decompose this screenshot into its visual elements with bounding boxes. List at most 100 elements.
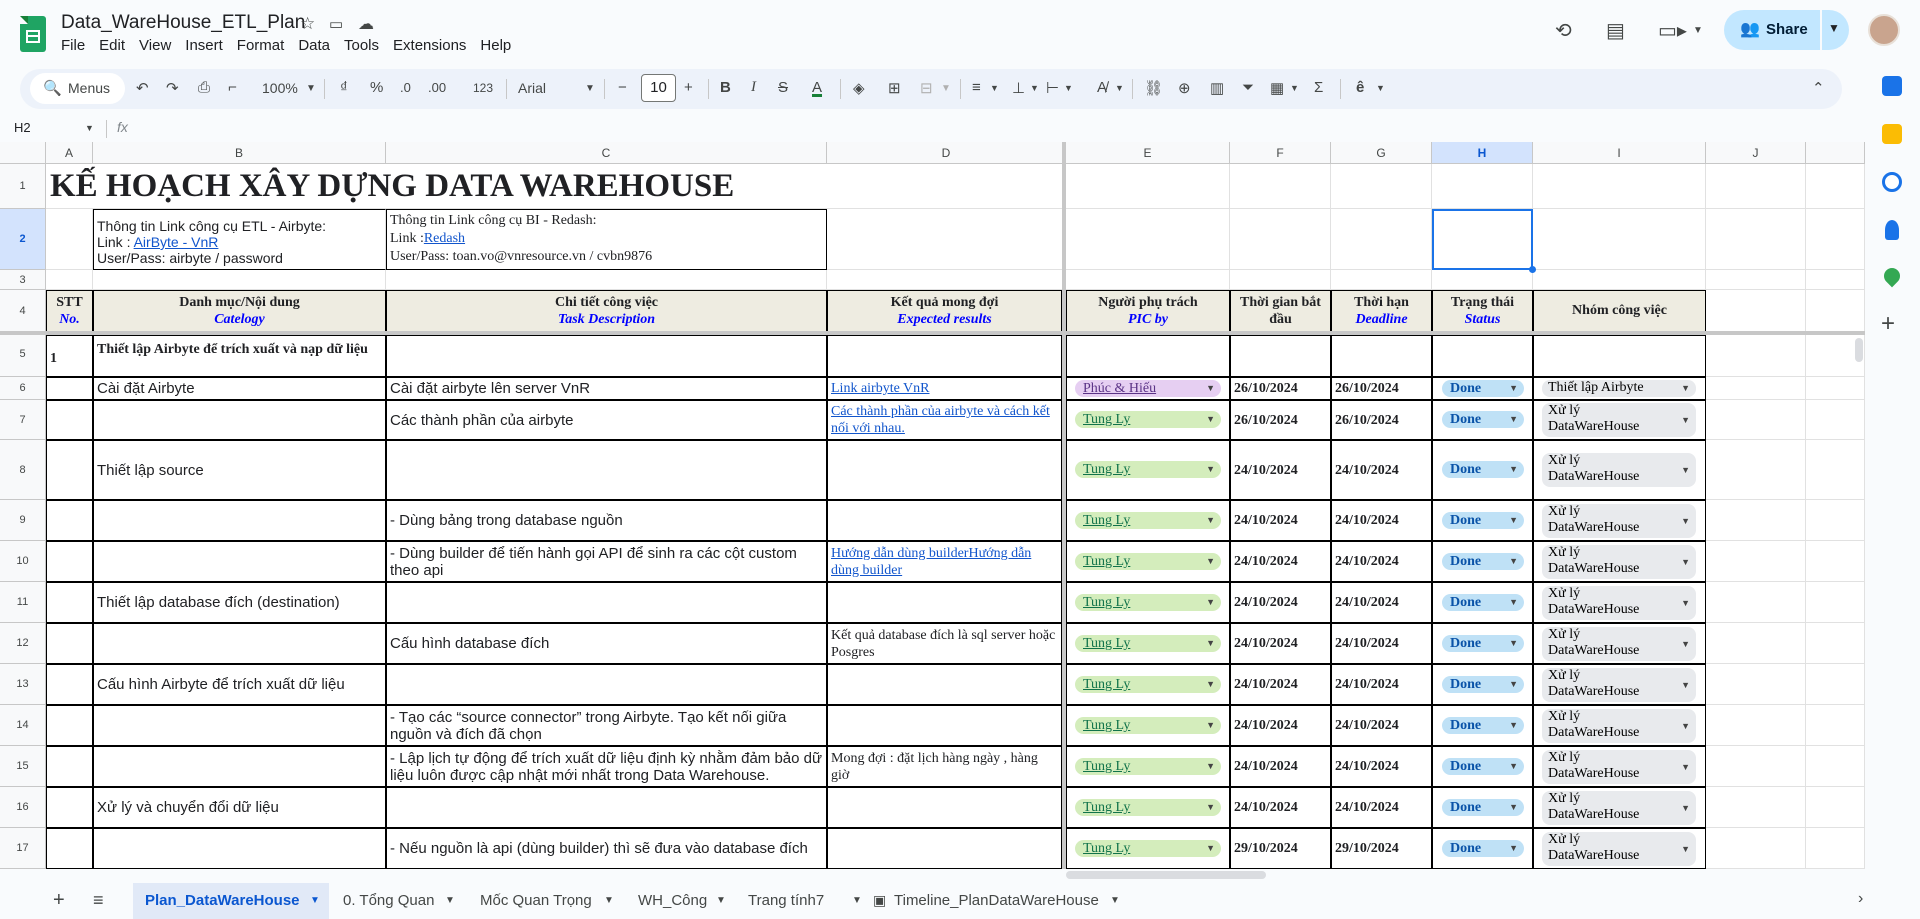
grid-cell[interactable] — [1706, 332, 1806, 377]
tab-dropdown-icon[interactable]: ▼ — [716, 895, 726, 906]
status-chip[interactable]: Done ▼ — [1442, 799, 1524, 816]
contacts-icon[interactable] — [1885, 220, 1899, 240]
filter-icon[interactable]: ⏷ — [1242, 79, 1254, 96]
grid-cell[interactable] — [1706, 164, 1806, 209]
group-dropdown-icon[interactable]: ▼ — [1681, 718, 1690, 734]
start-date-cell[interactable]: 24/10/2024 — [1230, 664, 1331, 705]
move-folder-icon[interactable]: ▭ — [329, 15, 343, 33]
group-dropdown-icon[interactable]: ▼ — [1681, 554, 1690, 570]
status-chip[interactable]: Done ▼ — [1442, 635, 1524, 652]
grid-cell[interactable] — [1331, 209, 1432, 270]
start-date-cell[interactable]: 24/10/2024 — [1230, 582, 1331, 623]
grid-cell[interactable] — [1230, 164, 1331, 209]
grid-cell[interactable] — [1806, 828, 1865, 869]
row5-empty-cell[interactable] — [1331, 335, 1432, 377]
expected-result-cell[interactable]: Các thành phần của airbyte và cách kết n… — [827, 400, 1062, 440]
group-chip[interactable]: Xử lý DataWareHouse ▼ — [1542, 403, 1696, 437]
tab-dropdown-icon[interactable]: ▼ — [852, 895, 862, 906]
column-header-a[interactable]: A — [46, 142, 93, 164]
column-header-d[interactable]: D — [827, 142, 1066, 164]
expected-result-link[interactable]: Các thành phần của airbyte và cách kết n… — [831, 403, 1058, 437]
group-chip[interactable]: Xử lý DataWareHouse ▼ — [1542, 709, 1696, 743]
input-tools-icon[interactable]: ê — [1356, 79, 1364, 96]
status-chip[interactable]: Done ▼ — [1442, 380, 1524, 397]
grid-cell[interactable] — [1706, 705, 1806, 746]
row-header-17[interactable]: 17 — [0, 828, 46, 869]
group-dropdown-icon[interactable]: ▼ — [1681, 412, 1690, 428]
pic-dropdown-icon[interactable]: ▼ — [1206, 594, 1215, 611]
pic-chip[interactable]: Tung Ly ▼ — [1075, 799, 1221, 816]
airbyte-link[interactable]: AirByte - VnR — [134, 234, 219, 250]
valign-dropdown-icon[interactable]: ▼ — [1030, 83, 1039, 93]
group-chip[interactable]: Thiết lập Airbyte ▼ — [1542, 380, 1696, 397]
status-dropdown-icon[interactable]: ▼ — [1509, 553, 1518, 570]
grid-cell[interactable] — [1706, 623, 1806, 664]
expected-result-cell[interactable]: Hướng dẫn dùng builderHướng dẫn dùng bui… — [827, 541, 1062, 582]
grid-cell[interactable] — [1806, 541, 1865, 582]
task-cell[interactable]: - Nếu nguồn là api (dùng builder) thì sẽ… — [386, 828, 827, 869]
print-icon[interactable]: ⎙ — [198, 79, 210, 96]
column-header-g[interactable]: G — [1331, 142, 1432, 164]
fill-color-icon[interactable]: ◈ — [853, 79, 865, 97]
category-cell[interactable]: Thiết lập database đích (destination) — [93, 582, 386, 623]
cloud-status-icon[interactable]: ☁ — [358, 14, 374, 34]
insert-comment-icon[interactable]: ⊕ — [1178, 79, 1191, 97]
no-cell[interactable] — [46, 500, 93, 541]
meet-icon[interactable]: ▭▸ — [1658, 18, 1687, 43]
select-all-corner[interactable] — [0, 142, 46, 164]
avatar[interactable] — [1868, 14, 1900, 46]
grid-cell[interactable] — [1533, 164, 1706, 209]
pic-dropdown-icon[interactable]: ▼ — [1206, 411, 1215, 428]
collapse-toolbar-icon[interactable]: ⌃ — [1812, 79, 1825, 97]
status-dropdown-icon[interactable]: ▼ — [1509, 840, 1518, 857]
no-cell[interactable] — [46, 787, 93, 828]
group-dropdown-icon[interactable]: ▼ — [1681, 636, 1690, 652]
column-header-b[interactable]: B — [93, 142, 386, 164]
status-chip[interactable]: Done ▼ — [1442, 411, 1524, 428]
grid-cell[interactable] — [827, 270, 1066, 290]
row-header-6[interactable]: 6 — [0, 377, 46, 400]
row5-empty-cell[interactable] — [1533, 335, 1706, 377]
row5-empty-cell[interactable] — [1230, 335, 1331, 377]
grid-cell[interactable] — [1432, 164, 1533, 209]
column-header-h[interactable]: H — [1432, 142, 1533, 164]
no-cell[interactable] — [46, 440, 93, 500]
name-box[interactable]: H2 — [14, 120, 31, 135]
category-cell[interactable]: Xử lý và chuyển đổi dữ liệu — [93, 787, 386, 828]
halign-dropdown-icon[interactable]: ▼ — [990, 83, 999, 93]
column-header-c[interactable]: C — [386, 142, 827, 164]
frozen-column-divider[interactable] — [1062, 142, 1066, 869]
task-cell[interactable]: - Dùng builder để tiến hành gọi API để s… — [386, 541, 827, 582]
group-chip[interactable]: Xử lý DataWareHouse ▼ — [1542, 586, 1696, 620]
formula-input[interactable] — [140, 118, 1860, 140]
start-date-cell[interactable]: 24/10/2024 — [1230, 500, 1331, 541]
group-dropdown-icon[interactable]: ▼ — [1681, 841, 1690, 857]
group-chip[interactable]: Xử lý DataWareHouse ▼ — [1542, 668, 1696, 702]
menu-extensions[interactable]: Extensions — [393, 37, 472, 54]
column-header-j[interactable]: J — [1706, 142, 1806, 164]
status-chip[interactable]: Done ▼ — [1442, 758, 1524, 775]
no-cell[interactable] — [46, 705, 93, 746]
grid-cell[interactable] — [827, 209, 1066, 270]
grid-cell[interactable] — [1706, 582, 1806, 623]
start-date-cell[interactable]: 24/10/2024 — [1230, 623, 1331, 664]
task-cell[interactable]: Cấu hình database đích — [386, 623, 827, 664]
undo-icon[interactable]: ↶ — [136, 79, 149, 97]
grid-cell[interactable] — [386, 270, 827, 290]
expected-result-cell[interactable] — [827, 500, 1062, 541]
pic-dropdown-icon[interactable]: ▼ — [1206, 635, 1215, 652]
grid-cell[interactable] — [1806, 164, 1865, 209]
pic-dropdown-icon[interactable]: ▼ — [1206, 676, 1215, 693]
zoom-select[interactable]: 100% — [262, 80, 298, 96]
row-header-16[interactable]: 16 — [0, 787, 46, 828]
category-cell[interactable] — [93, 500, 386, 541]
start-date-cell[interactable]: 24/10/2024 — [1230, 787, 1331, 828]
category-cell[interactable] — [93, 705, 386, 746]
expected-result-cell[interactable] — [827, 828, 1062, 869]
grid-cell[interactable] — [1706, 209, 1806, 270]
pic-chip[interactable]: Tung Ly ▼ — [1075, 840, 1221, 857]
expected-result-cell[interactable] — [827, 787, 1062, 828]
text-wrapping-icon[interactable]: ⊢ — [1046, 79, 1059, 97]
font-select[interactable]: Arial — [518, 80, 546, 96]
menu-file[interactable]: File — [61, 37, 91, 54]
